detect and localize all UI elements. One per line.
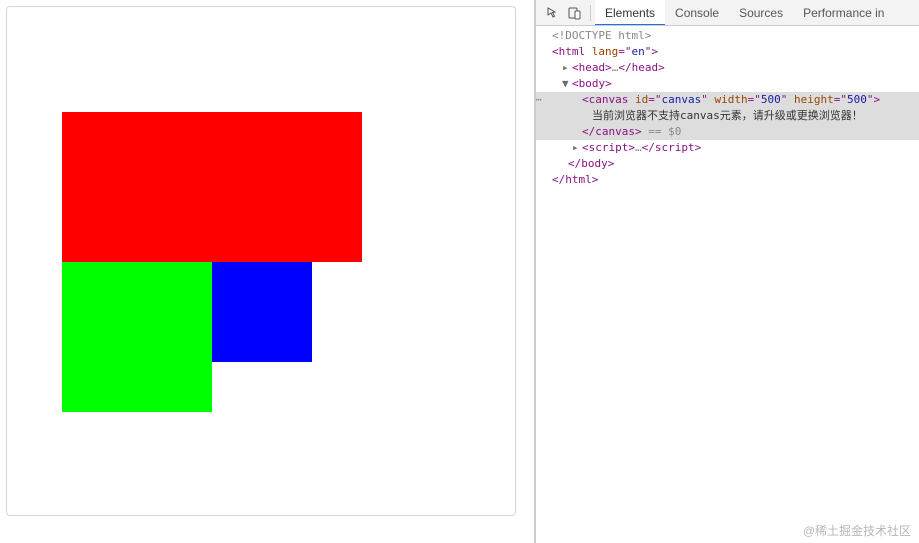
green-rect — [62, 262, 212, 412]
dom-head[interactable]: ▸<head>…</head> — [536, 60, 919, 76]
devtools-toolbar: Elements Console Sources Performance in — [536, 0, 919, 26]
red-rect — [62, 112, 362, 262]
tab-console[interactable]: Console — [665, 0, 729, 26]
tab-performance[interactable]: Performance in — [793, 0, 894, 26]
tab-elements[interactable]: Elements — [595, 0, 665, 26]
toolbar-divider — [590, 5, 591, 21]
page-frame — [6, 6, 516, 516]
dom-script[interactable]: ▸<script>…</script> — [536, 140, 919, 156]
dom-body-close[interactable]: </body> — [536, 156, 919, 172]
dom-html-close[interactable]: </html> — [536, 172, 919, 188]
inspect-icon[interactable] — [542, 2, 564, 24]
dom-canvas-text[interactable]: 当前浏览器不支持canvas元素，请升级或更换浏览器！ — [536, 108, 919, 124]
blue-rect — [212, 262, 312, 362]
device-toggle-icon[interactable] — [564, 2, 586, 24]
dom-body-open[interactable]: ▼<body> — [536, 76, 919, 92]
page-viewport — [0, 0, 535, 543]
dom-doctype[interactable]: <!DOCTYPE html> — [536, 28, 919, 44]
canvas-element — [12, 12, 512, 512]
elements-tree[interactable]: <!DOCTYPE html> <html lang="en"> ▸<head>… — [536, 26, 919, 543]
devtools-panel: Elements Console Sources Performance in … — [535, 0, 919, 543]
doctype-text: <!DOCTYPE html> — [552, 29, 651, 42]
tab-sources[interactable]: Sources — [729, 0, 793, 26]
dom-canvas-open[interactable]: ⋯ <canvas id="canvas" width="500" height… — [536, 92, 919, 108]
dom-html-open[interactable]: <html lang="en"> — [536, 44, 919, 60]
dom-canvas-close[interactable]: </canvas> == $0 — [536, 124, 919, 140]
